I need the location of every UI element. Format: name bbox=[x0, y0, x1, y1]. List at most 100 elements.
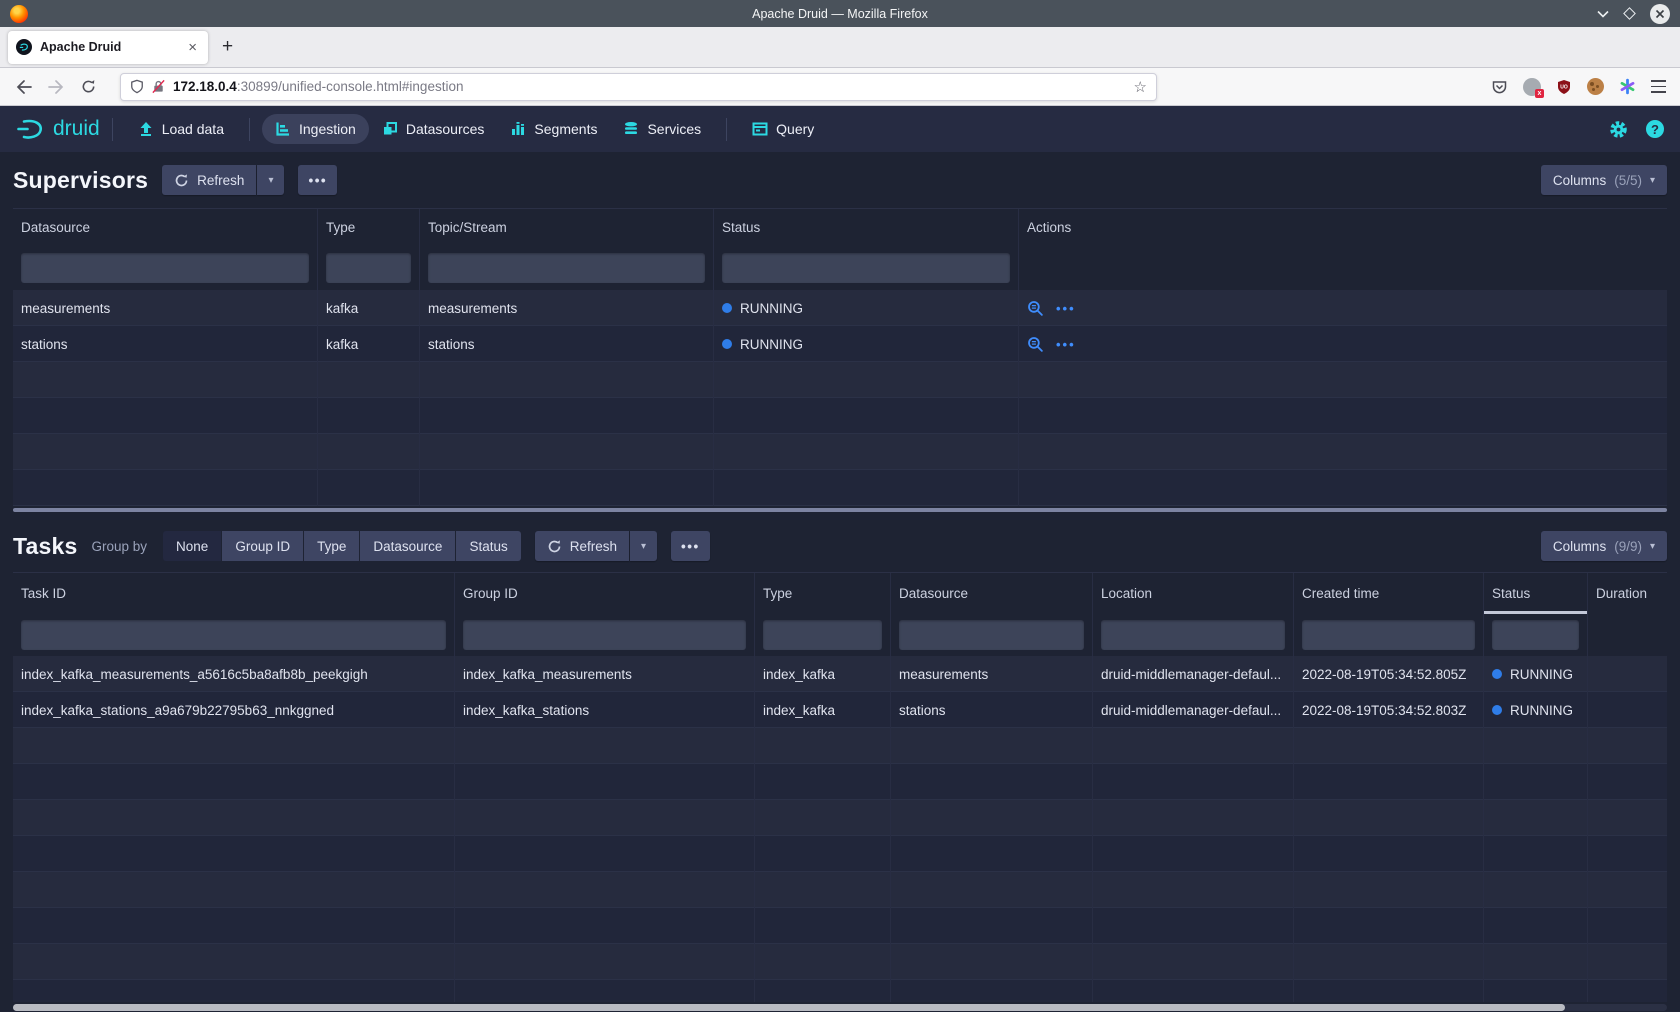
url-bar[interactable]: 172.18.0.4:30899/unified-console.html#in… bbox=[120, 73, 1157, 101]
cell-location: druid-middlemanager-defaul... bbox=[1093, 692, 1294, 728]
cell-created-time: 2022-08-19T05:34:52.803Z bbox=[1294, 692, 1484, 728]
insecure-lock-icon[interactable] bbox=[151, 79, 166, 94]
load-data-icon bbox=[138, 121, 154, 137]
columns-count: (9/9) bbox=[1614, 539, 1642, 554]
column-header-task-id[interactable]: Task ID bbox=[13, 573, 455, 614]
column-header-topic-stream[interactable]: Topic/Stream bbox=[420, 209, 714, 246]
cell-datasource: stations bbox=[13, 326, 318, 362]
location-filter-input[interactable] bbox=[1101, 620, 1285, 650]
row-more-icon[interactable]: ••• bbox=[1056, 301, 1076, 316]
nav-item-segments[interactable]: Segments bbox=[497, 114, 610, 144]
chevron-down-icon: ▾ bbox=[268, 175, 273, 186]
status-filter-input[interactable] bbox=[722, 253, 1010, 283]
column-header-location[interactable]: Location bbox=[1093, 573, 1294, 614]
column-header-datasource[interactable]: Datasource bbox=[13, 209, 318, 246]
supervisor-row[interactable]: measurements kafka measurements RUNNING … bbox=[13, 290, 1667, 326]
group-by-status-button[interactable]: Status bbox=[456, 531, 520, 561]
group-by-type-button[interactable]: Type bbox=[304, 531, 359, 561]
empty-row bbox=[13, 944, 1667, 980]
supervisors-filter-row bbox=[13, 246, 1667, 290]
column-header-type[interactable]: Type bbox=[318, 209, 420, 246]
topic-stream-filter-input[interactable] bbox=[428, 253, 705, 283]
cell-created-time: 2022-08-19T05:34:52.805Z bbox=[1294, 656, 1484, 692]
cell-actions: ••• bbox=[1019, 326, 1667, 362]
column-header-duration[interactable]: Duration bbox=[1588, 573, 1667, 614]
status-filter-input[interactable] bbox=[1492, 620, 1579, 650]
running-status-dot bbox=[1492, 669, 1502, 679]
reload-icon[interactable] bbox=[74, 73, 102, 101]
datasource-filter-input[interactable] bbox=[21, 253, 309, 283]
forward-icon[interactable] bbox=[42, 73, 70, 101]
pocket-icon[interactable] bbox=[1491, 79, 1508, 95]
column-header-type[interactable]: Type bbox=[755, 573, 891, 614]
extension-asterisk-icon[interactable] bbox=[1619, 78, 1636, 95]
cell-datasource: stations bbox=[891, 692, 1093, 728]
nav-item-services[interactable]: Services bbox=[610, 114, 714, 144]
nav-item-query[interactable]: Query bbox=[739, 114, 827, 144]
empty-row bbox=[13, 434, 1667, 470]
tasks-columns-button[interactable]: Columns (9/9) ▾ bbox=[1541, 531, 1667, 561]
nav-item-ingestion[interactable]: Ingestion bbox=[262, 114, 369, 144]
druid-logo[interactable]: druid bbox=[16, 117, 100, 141]
datasource-filter-input[interactable] bbox=[899, 620, 1084, 650]
supervisors-rows: measurements kafka measurements RUNNING … bbox=[13, 290, 1667, 506]
window-close-icon[interactable] bbox=[1650, 4, 1670, 24]
column-header-datasource[interactable]: Datasource bbox=[891, 573, 1093, 614]
row-more-icon[interactable]: ••• bbox=[1056, 337, 1076, 352]
refresh-icon bbox=[547, 539, 562, 554]
created-time-filter-input[interactable] bbox=[1302, 620, 1475, 650]
bookmark-star-icon[interactable]: ☆ bbox=[1134, 78, 1147, 96]
type-filter-input[interactable] bbox=[763, 620, 882, 650]
supervisor-row[interactable]: stations kafka stations RUNNING ••• bbox=[13, 326, 1667, 362]
column-header-status-sorted[interactable]: Status bbox=[1484, 573, 1588, 614]
task-id-filter-input[interactable] bbox=[21, 620, 446, 650]
tasks-title: Tasks bbox=[13, 533, 78, 560]
columns-count: (5/5) bbox=[1614, 173, 1642, 188]
help-icon[interactable]: ? bbox=[1646, 120, 1664, 138]
task-row[interactable]: index_kafka_measurements_a5616c5ba8afb8b… bbox=[13, 656, 1667, 692]
tasks-rows: index_kafka_measurements_a5616c5ba8afb8b… bbox=[13, 656, 1667, 1002]
empty-row bbox=[13, 908, 1667, 944]
supervisors-columns-button[interactable]: Columns (5/5) ▾ bbox=[1541, 165, 1667, 195]
url-text[interactable]: 172.18.0.4:30899/unified-console.html#in… bbox=[173, 79, 1127, 94]
detail-magnifier-icon[interactable] bbox=[1027, 336, 1044, 353]
nav-item-label: Query bbox=[776, 121, 814, 137]
type-filter-input[interactable] bbox=[326, 253, 411, 283]
supervisors-refresh-button[interactable]: Refresh bbox=[162, 165, 256, 195]
services-icon bbox=[623, 121, 639, 137]
window-maximize-icon[interactable] bbox=[1623, 7, 1636, 20]
supervisors-more-button[interactable]: ••• bbox=[298, 165, 337, 195]
tab-close-icon[interactable]: × bbox=[185, 39, 200, 56]
new-tab-icon[interactable]: + bbox=[222, 36, 233, 58]
column-header-status[interactable]: Status bbox=[714, 209, 1019, 246]
column-header-group-id[interactable]: Group ID bbox=[455, 573, 755, 614]
tasks-table: Task ID Group ID Type Datasource Locatio… bbox=[13, 572, 1667, 1002]
back-icon[interactable] bbox=[10, 73, 38, 101]
menu-icon[interactable] bbox=[1651, 80, 1666, 92]
tab-apache-druid[interactable]: Apache Druid × bbox=[8, 31, 208, 64]
group-id-filter-input[interactable] bbox=[463, 620, 746, 650]
ublock-icon[interactable]: UO bbox=[1556, 79, 1572, 95]
column-header-actions: Actions bbox=[1019, 209, 1667, 246]
tasks-horizontal-scrollbar[interactable] bbox=[13, 1004, 1565, 1011]
tasks-more-button[interactable]: ••• bbox=[671, 531, 710, 561]
detail-magnifier-icon[interactable] bbox=[1027, 300, 1044, 317]
group-by-group-id-button[interactable]: Group ID bbox=[222, 531, 303, 561]
shield-icon[interactable] bbox=[130, 79, 144, 94]
supervisors-refresh-caret-button[interactable]: ▾ bbox=[257, 165, 284, 195]
empty-row bbox=[13, 764, 1667, 800]
nav-item-datasources[interactable]: Datasources bbox=[369, 114, 498, 144]
window-minimize-icon[interactable] bbox=[1597, 10, 1609, 18]
group-by-none-button[interactable]: None bbox=[163, 531, 221, 561]
settings-gear-icon[interactable] bbox=[1609, 120, 1628, 139]
group-by-datasource-button[interactable]: Datasource bbox=[360, 531, 455, 561]
tasks-refresh-caret-button[interactable]: ▾ bbox=[630, 531, 657, 561]
extension-disabled-icon[interactable]: x bbox=[1523, 78, 1541, 96]
task-row[interactable]: index_kafka_stations_a9a679b22795b63_nnk… bbox=[13, 692, 1667, 728]
nav-divider bbox=[112, 118, 113, 141]
column-header-created-time[interactable]: Created time bbox=[1294, 573, 1484, 614]
tasks-refresh-button[interactable]: Refresh bbox=[535, 531, 629, 561]
tasks-table-header: Task ID Group ID Type Datasource Locatio… bbox=[13, 572, 1667, 614]
nav-item-load-data[interactable]: Load data bbox=[125, 114, 237, 144]
cookie-icon[interactable] bbox=[1587, 78, 1604, 95]
